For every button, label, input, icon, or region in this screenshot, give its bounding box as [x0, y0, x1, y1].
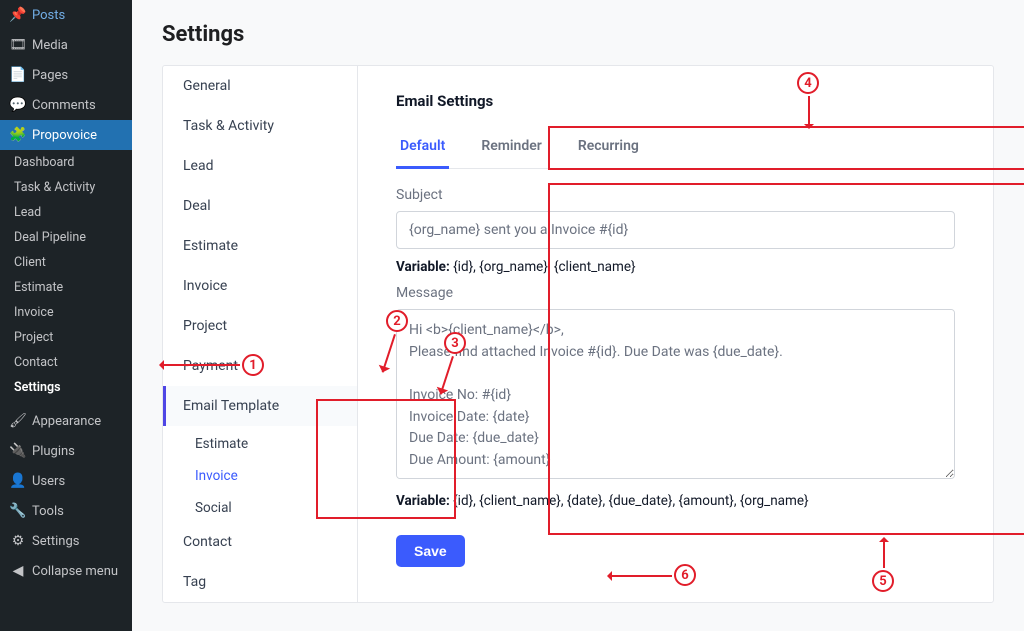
tools-icon: 🔧 [10, 503, 26, 519]
sidebar-item-label: Settings [32, 534, 79, 549]
settings-icon: ⚙ [10, 533, 26, 549]
sidebar-item-label: Media [32, 38, 68, 53]
sidebar-subitem-task-activity[interactable]: Task & Activity [0, 175, 132, 200]
variable-values: {id}, {org_name}, {client_name} [453, 259, 635, 275]
sidebar-subitem-contact[interactable]: Contact [0, 350, 132, 375]
pin-icon: 📌 [10, 7, 26, 23]
admin-sidebar: 📌 Posts 🎞 Media 📄 Pages 💬 Comments 🧩 Pro… [0, 0, 132, 631]
message-textarea[interactable] [396, 309, 955, 479]
sidebar-item-label: Collapse menu [32, 564, 118, 579]
sidebar-item-collapse-menu[interactable]: ◀ Collapse menu [0, 556, 132, 586]
sidebar-item-propovoice[interactable]: 🧩 Propovoice [0, 120, 132, 150]
sidebar-subitem-deal-pipeline[interactable]: Deal Pipeline [0, 225, 132, 250]
plugins-icon: 🔌 [10, 443, 26, 459]
subject-input[interactable] [396, 211, 955, 249]
sidebar-subitem-invoice[interactable]: Invoice [0, 300, 132, 325]
email-tab-default[interactable]: Default [396, 128, 449, 169]
page-title: Settings [162, 22, 994, 47]
settings-nav-lead[interactable]: Lead [163, 146, 357, 186]
settings-nav-contact[interactable]: Contact [163, 522, 357, 562]
settings-nav-deal[interactable]: Deal [163, 186, 357, 226]
sidebar-subitem-dashboard[interactable]: Dashboard [0, 150, 132, 175]
media-icon: 🎞 [10, 37, 26, 53]
settings-subnav-invoice[interactable]: Invoice [163, 458, 357, 490]
sidebar-item-label: Pages [32, 68, 68, 83]
settings-nav-invoice[interactable]: Invoice [163, 266, 357, 306]
sidebar-item-pages[interactable]: 📄 Pages [0, 60, 132, 90]
sidebar-item-plugins[interactable]: 🔌 Plugins [0, 436, 132, 466]
panel-heading: Email Settings [396, 92, 955, 110]
variable-values: {id}, {client_name}, {date}, {due_date},… [453, 493, 808, 509]
sidebar-item-label: Plugins [32, 444, 75, 459]
sidebar-item-label: Propovoice [32, 128, 97, 143]
sidebar-subitem-client[interactable]: Client [0, 250, 132, 275]
settings-subnav-estimate[interactable]: Estimate [163, 426, 357, 458]
sidebar-item-appearance[interactable]: 🖌 Appearance [0, 406, 132, 436]
sidebar-item-posts[interactable]: 📌 Posts [0, 0, 132, 30]
email-tabs: Default Reminder Recurring [396, 128, 955, 169]
subject-label: Subject [396, 187, 955, 203]
sidebar-item-label: Tools [32, 504, 64, 519]
sidebar-item-label: Users [32, 474, 65, 489]
main-area: Settings GeneralTask & ActivityLeadDealE… [132, 0, 1024, 631]
admin-bottom-menu: 🖌 Appearance 🔌 Plugins 👤 Users 🔧 Tools ⚙ Settings… [0, 406, 132, 586]
message-label: Message [396, 285, 955, 301]
appearance-icon: 🖌 [10, 413, 26, 429]
sidebar-item-label: Posts [32, 8, 65, 23]
admin-submenu: DashboardTask & ActivityLeadDeal Pipelin… [0, 150, 132, 400]
settings-nav-project[interactable]: Project [163, 306, 357, 346]
subject-variable-line: Variable: {id}, {org_name}, {client_name… [396, 259, 955, 275]
variable-label: Variable: [396, 493, 450, 509]
save-button[interactable]: Save [396, 535, 465, 567]
sidebar-item-media[interactable]: 🎞 Media [0, 30, 132, 60]
users-icon: 👤 [10, 473, 26, 489]
settings-nav-payment[interactable]: Payment [163, 346, 357, 386]
variable-label: Variable: [396, 259, 450, 275]
settings-card: GeneralTask & ActivityLeadDealEstimateIn… [162, 65, 994, 603]
sidebar-item-label: Appearance [32, 414, 101, 429]
sidebar-item-label: Comments [32, 98, 96, 113]
message-variable-line: Variable: {id}, {client_name}, {date}, {… [396, 493, 955, 509]
sidebar-subitem-estimate[interactable]: Estimate [0, 275, 132, 300]
sidebar-item-settings[interactable]: ⚙ Settings [0, 526, 132, 556]
sidebar-subitem-settings[interactable]: Settings [0, 375, 132, 400]
settings-nav-tag[interactable]: Tag [163, 562, 357, 602]
sidebar-item-tools[interactable]: 🔧 Tools [0, 496, 132, 526]
sidebar-subitem-project[interactable]: Project [0, 325, 132, 350]
settings-nav-email-template[interactable]: Email Template [163, 386, 357, 426]
comment-icon: 💬 [10, 97, 26, 113]
plugin-icon: 🧩 [10, 127, 26, 143]
settings-subnav-social[interactable]: Social [163, 490, 357, 522]
settings-panel: Email Settings DefaultReminderRecurring … [358, 66, 993, 602]
sidebar-subitem-lead[interactable]: Lead [0, 200, 132, 225]
sidebar-item-users[interactable]: 👤 Users [0, 466, 132, 496]
email-tab-reminder[interactable]: Reminder [477, 128, 546, 168]
sidebar-item-comments[interactable]: 💬 Comments [0, 90, 132, 120]
settings-nav-estimate[interactable]: Estimate [163, 226, 357, 266]
settings-nav-task-activity[interactable]: Task & Activity [163, 106, 357, 146]
settings-nav: GeneralTask & ActivityLeadDealEstimateIn… [163, 66, 358, 602]
settings-nav-general[interactable]: General [163, 66, 357, 106]
email-tab-recurring[interactable]: Recurring [574, 128, 643, 168]
pages-icon: 📄 [10, 67, 26, 83]
collapse-menu-icon: ◀ [10, 563, 26, 579]
